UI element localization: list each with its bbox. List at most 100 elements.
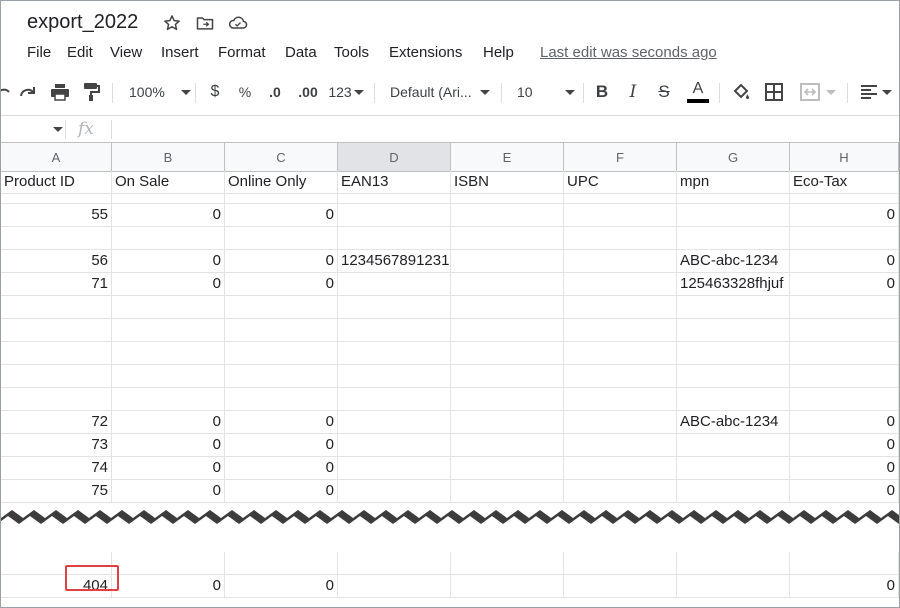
table-cell[interactable]: 0 [225, 575, 338, 598]
table-cell[interactable] [564, 480, 677, 503]
table-cell[interactable] [451, 480, 564, 503]
table-cell[interactable] [790, 194, 899, 204]
menu-edit[interactable]: Edit [67, 44, 93, 61]
menu-file[interactable]: File [27, 44, 51, 61]
table-cell[interactable] [564, 552, 677, 575]
table-cell[interactable] [677, 480, 790, 503]
table-cell[interactable] [564, 411, 677, 434]
table-cell[interactable] [790, 342, 899, 365]
table-cell[interactable]: 75 [1, 480, 112, 503]
table-cell[interactable]: 0 [112, 480, 225, 503]
currency-format-button[interactable]: $ [204, 71, 226, 113]
italic-button[interactable]: I [622, 71, 644, 113]
column-header-h[interactable]: H [790, 143, 899, 171]
table-cell[interactable] [1, 194, 112, 204]
table-cell[interactable] [112, 227, 225, 250]
column-header-a[interactable]: A [1, 143, 112, 171]
table-cell[interactable] [112, 296, 225, 319]
table-cell[interactable]: ABC-abc-1234 [677, 250, 790, 273]
table-cell[interactable] [451, 227, 564, 250]
table-cell[interactable] [564, 388, 677, 411]
table-cell[interactable] [112, 319, 225, 342]
table-cell[interactable] [451, 342, 564, 365]
table-cell[interactable]: 0 [225, 204, 338, 227]
table-cell[interactable] [225, 365, 338, 388]
table-cell[interactable] [338, 194, 451, 204]
fill-color-icon[interactable] [729, 71, 753, 113]
table-cell[interactable] [338, 434, 451, 457]
table-cell[interactable] [451, 296, 564, 319]
table-cell[interactable] [790, 388, 899, 411]
table-cell[interactable]: 72 [1, 411, 112, 434]
move-to-folder-icon[interactable] [194, 12, 216, 34]
table-cell[interactable]: 73 [1, 434, 112, 457]
table-cell[interactable]: 0 [790, 411, 899, 434]
header-cell[interactable]: Product ID [1, 171, 112, 194]
table-cell[interactable] [1, 227, 112, 250]
table-cell[interactable] [112, 388, 225, 411]
table-cell[interactable] [677, 575, 790, 598]
table-cell[interactable] [677, 194, 790, 204]
table-cell[interactable] [225, 342, 338, 365]
horizontal-align-icon[interactable] [856, 71, 896, 113]
menu-extensions[interactable]: Extensions [389, 44, 462, 61]
table-cell[interactable] [451, 204, 564, 227]
table-cell[interactable] [790, 552, 899, 575]
header-cell[interactable]: EAN13 [338, 171, 451, 194]
table-cell[interactable] [451, 457, 564, 480]
table-cell[interactable] [790, 365, 899, 388]
table-cell[interactable] [1, 319, 112, 342]
table-cell[interactable] [790, 319, 899, 342]
table-cell[interactable] [338, 296, 451, 319]
paint-format-icon[interactable] [79, 71, 103, 113]
table-cell[interactable] [451, 273, 564, 296]
table-cell[interactable]: 56 [1, 250, 112, 273]
table-cell[interactable] [338, 365, 451, 388]
table-cell[interactable] [451, 388, 564, 411]
table-cell[interactable] [451, 250, 564, 273]
table-cell[interactable] [564, 575, 677, 598]
header-cell[interactable]: Online Only [225, 171, 338, 194]
table-cell[interactable] [451, 365, 564, 388]
table-cell[interactable]: 0 [112, 575, 225, 598]
table-cell[interactable]: 0 [225, 411, 338, 434]
table-cell[interactable] [225, 194, 338, 204]
header-cell[interactable]: ISBN [451, 171, 564, 194]
table-cell[interactable]: 125463328fhjuf [677, 273, 790, 296]
column-header-d[interactable]: D [338, 143, 451, 171]
table-cell[interactable]: 0 [790, 250, 899, 273]
table-cell[interactable] [564, 457, 677, 480]
table-cell[interactable] [338, 552, 451, 575]
table-cell[interactable] [1, 296, 112, 319]
menu-format[interactable]: Format [218, 44, 266, 61]
table-cell[interactable] [564, 273, 677, 296]
table-cell[interactable] [564, 434, 677, 457]
redo-icon[interactable] [16, 71, 40, 113]
table-cell[interactable] [1, 365, 112, 388]
table-cell[interactable] [451, 575, 564, 598]
table-cell[interactable] [112, 194, 225, 204]
menu-view[interactable]: View [110, 44, 142, 61]
table-cell[interactable]: 0 [112, 434, 225, 457]
table-cell[interactable] [451, 552, 564, 575]
text-color-button[interactable]: A [685, 71, 711, 113]
header-cell[interactable]: UPC [564, 171, 677, 194]
column-header-e[interactable]: E [451, 143, 564, 171]
table-cell[interactable] [790, 227, 899, 250]
table-cell[interactable]: 0 [225, 457, 338, 480]
table-cell[interactable] [225, 227, 338, 250]
table-cell[interactable] [451, 319, 564, 342]
table-cell[interactable] [451, 194, 564, 204]
formula-input[interactable] [117, 116, 897, 143]
decrease-decimal-button[interactable]: .0 [263, 71, 287, 113]
table-cell[interactable] [564, 194, 677, 204]
table-cell[interactable] [677, 342, 790, 365]
table-cell[interactable] [677, 434, 790, 457]
table-cell[interactable] [225, 388, 338, 411]
zoom-select[interactable]: 100% [123, 71, 191, 113]
last-edit-link[interactable]: Last edit was seconds ago [540, 44, 717, 61]
table-cell[interactable]: 0 [112, 273, 225, 296]
column-header-f[interactable]: F [564, 143, 677, 171]
table-cell[interactable] [677, 204, 790, 227]
table-cell[interactable] [338, 319, 451, 342]
